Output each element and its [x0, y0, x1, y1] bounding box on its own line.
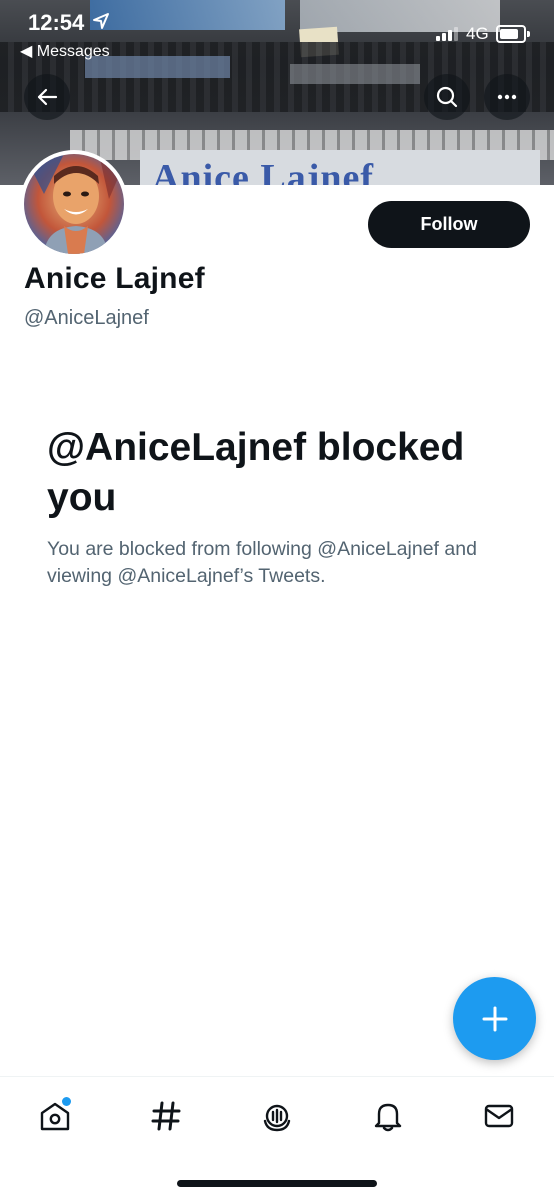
more-icon — [497, 94, 517, 100]
mail-icon — [484, 1104, 514, 1128]
blocked-description: You are blocked from following @AniceLaj… — [47, 538, 477, 587]
avatar[interactable] — [20, 150, 128, 258]
spaces-icon — [263, 1104, 291, 1132]
nav-explore[interactable] — [141, 1091, 191, 1141]
plus-icon — [482, 1006, 507, 1031]
nav-spaces[interactable] — [252, 1091, 302, 1141]
nav-messages[interactable] — [474, 1091, 524, 1141]
network-type: 4G — [466, 24, 489, 43]
compose-tweet-button[interactable] — [453, 977, 536, 1060]
profile-handle: @AniceLajnef — [24, 307, 149, 329]
search-icon — [436, 86, 458, 108]
avatar-image — [24, 154, 124, 254]
location-arrow-icon — [93, 13, 109, 29]
blocked-title: @AniceLajnef blocked you — [47, 426, 465, 519]
hashtag-icon — [151, 1101, 181, 1131]
battery-icon — [496, 25, 530, 43]
back-button[interactable] — [24, 74, 70, 120]
back-to-app-link[interactable]: ◀ Messages — [20, 41, 110, 61]
search-button[interactable] — [424, 74, 470, 120]
follow-button[interactable]: Follow — [368, 201, 530, 248]
banner-screen — [290, 64, 420, 84]
bell-icon — [374, 1103, 402, 1132]
status-bar: 12:54 ◀ Messages 4G — [0, 0, 554, 60]
more-button[interactable] — [484, 74, 530, 120]
status-time: 12:54 — [28, 10, 85, 35]
nav-notifications[interactable] — [363, 1091, 413, 1141]
profile-display-name: Anice Lajnef — [24, 262, 205, 295]
home-indicator[interactable] — [177, 1180, 377, 1187]
nav-home[interactable] — [30, 1091, 80, 1141]
notification-dot — [62, 1097, 71, 1106]
signal-icon — [436, 27, 458, 41]
arrow-left-icon — [37, 88, 58, 106]
banner-sign-text: Anice Lajnef — [152, 157, 375, 185]
